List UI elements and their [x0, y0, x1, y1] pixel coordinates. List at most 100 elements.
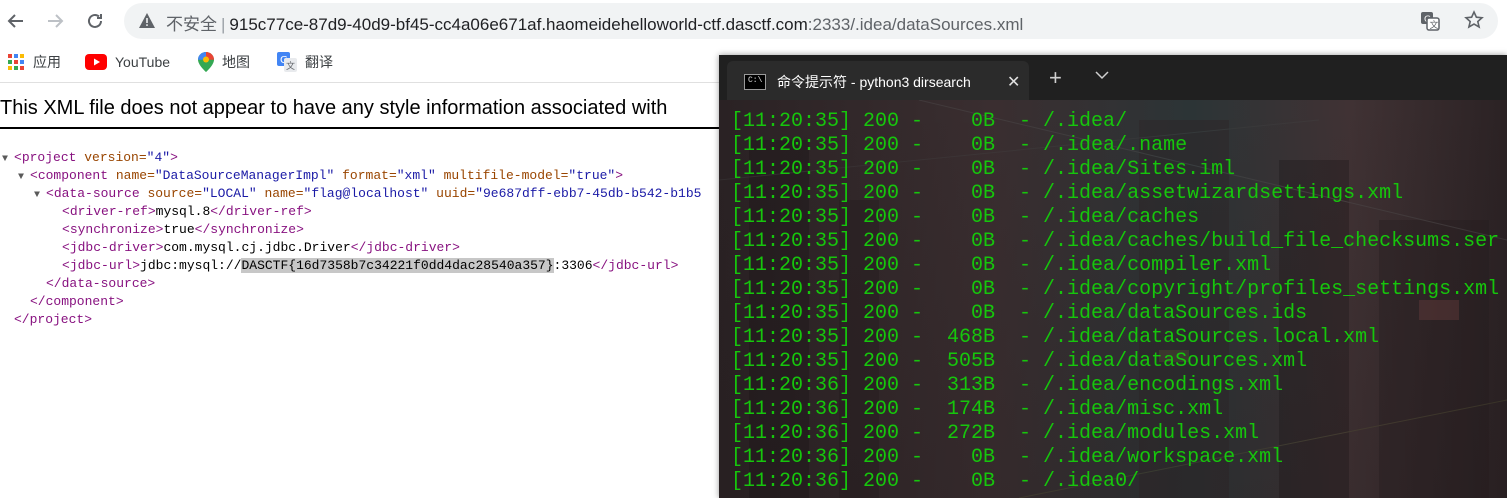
collapse-triangle-icon[interactable]: ▼	[18, 169, 30, 187]
reload-icon	[88, 13, 102, 28]
xml-jdbc-driver: <jdbc-driver>com.mysql.cj.jdbc.Driver</j…	[62, 240, 460, 255]
tag-name: jdbc-url	[69, 258, 133, 273]
terminal-line: [11:20:36] 200 - 272B - /.idea/modules.x…	[731, 422, 1260, 445]
xml-jdbc-url: <jdbc-url>jdbc:mysql://DASCTF{16d7358b7c…	[62, 258, 679, 273]
collapse-triangle-icon[interactable]: ▼	[34, 187, 46, 205]
terminal-tab[interactable]: C:\ 命令提示符 - python3 dirsearch ✕	[727, 61, 1029, 100]
terminal-line: [11:20:35] 200 - 0B - /.idea/Sites.iml	[731, 158, 1236, 181]
terminal-line: [11:20:35] 200 - 468B - /.idea/dataSourc…	[731, 326, 1380, 349]
element-text: true	[163, 222, 195, 237]
terminal-titlebar[interactable]: C:\ 命令提示符 - python3 dirsearch ✕ +	[719, 55, 1507, 100]
element-text: :3306	[553, 258, 593, 273]
translate-page-icon[interactable]: G文	[1420, 11, 1440, 36]
tag-name: driver-ref	[225, 204, 304, 219]
terminal-line: [11:20:35] 200 - 0B - /.idea/compiler.xm…	[731, 254, 1272, 277]
youtube-icon	[85, 54, 107, 70]
address-host: 915c77ce-87d9-40d9-bf45-cc4a06e671af.hao…	[229, 15, 808, 34]
bookmark-label: 应用	[33, 54, 61, 70]
terminal-line: [11:20:35] 200 - 0B - /.idea/caches/buil…	[731, 230, 1500, 253]
forward-arrow-icon	[48, 14, 64, 28]
address-separator: |	[221, 15, 226, 34]
tag-name: synchronize	[69, 222, 156, 237]
bookmark-label: 翻译	[305, 54, 333, 70]
attr-name: name	[115, 168, 148, 183]
attr-value: "true"	[568, 168, 616, 183]
terminal-line: [11:20:36] 200 - 313B - /.idea/encodings…	[731, 374, 1284, 397]
xml-driver-ref: <driver-ref>mysql.8</driver-ref>	[62, 204, 312, 219]
terminal-tab-title: 命令提示符 - python3 dirsearch	[777, 74, 971, 90]
terminal-line: [11:20:35] 200 - 0B - /.idea/copyright/p…	[731, 278, 1500, 301]
bookmark-label: YouTube	[115, 54, 171, 70]
tag-name: jdbc-driver	[366, 240, 453, 255]
terminal-line: [11:20:35] 200 - 0B - /.idea/assetwizard…	[731, 182, 1404, 205]
reload-button[interactable]	[81, 7, 109, 35]
attr-name: version	[84, 150, 139, 165]
flag-highlighted-text[interactable]: DASCTF{16d7358b7c34221f0dd4dac28540a357}	[241, 258, 554, 273]
xml-datasource-close: </data-source>	[46, 276, 156, 291]
tab-dropdown-chevron-icon[interactable]	[1094, 68, 1110, 86]
attr-name: format	[342, 168, 389, 183]
bookmark-label: 地图	[222, 54, 250, 70]
terminal-line: [11:20:36] 200 - 0B - /.idea0/	[731, 470, 1140, 493]
new-tab-button[interactable]: +	[1049, 65, 1062, 91]
forward-button[interactable]	[41, 7, 69, 35]
address-bar[interactable]: 不安全 | 915c77ce-87d9-40d9-bf45-cc4a06e671af…	[124, 3, 1498, 39]
collapse-triangle-icon[interactable]: ▼	[2, 151, 14, 169]
xml-datasource-open: ▼ <data-source source="LOCAL" name="flag@…	[34, 185, 701, 203]
xml-component-open: ▼ <component name="DataSourceManagerImpl"…	[18, 167, 623, 185]
terminal-line: [11:20:35] 200 - 0B - /.idea/dataSources…	[731, 302, 1308, 325]
bookmark-star-icon[interactable]	[1464, 10, 1484, 35]
tag-name: project	[21, 150, 77, 165]
element-text: mysql.8	[155, 204, 211, 219]
terminal-window: C:\ 命令提示符 - python3 dirsearch ✕ + [11:20…	[719, 55, 1507, 498]
xml-component-close: </component>	[30, 294, 124, 309]
terminal-line: [11:20:36] 200 - 174B - /.idea/misc.xml	[731, 398, 1224, 421]
bookmark-apps[interactable]: 应用	[7, 51, 61, 73]
xml-project-close: </project>	[14, 312, 93, 327]
attr-value: "LOCAL"	[202, 186, 257, 201]
translate-icon: G文	[277, 52, 297, 72]
xml-project-open: ▼ <project version="4">	[2, 149, 178, 167]
terminal-output-area[interactable]: [11:20:35] 200 - 0B - /.idea/[11:20:35] …	[719, 100, 1507, 498]
tag-name: data-source	[53, 186, 140, 201]
browser-toolbar: 不安全 | 915c77ce-87d9-40d9-bf45-cc4a06e671af…	[0, 0, 1507, 42]
svg-text:文: 文	[1430, 19, 1439, 31]
back-button[interactable]	[2, 7, 30, 35]
svg-text:文: 文	[286, 60, 295, 72]
attr-value: "4"	[146, 150, 171, 165]
tag-name: jdbc-driver	[69, 240, 156, 255]
xml-style-notice: This XML file does not appear to have an…	[0, 97, 668, 119]
attr-name: name	[264, 186, 296, 201]
terminal-line: [11:20:36] 200 - 0B - /.idea/workspace.x…	[731, 446, 1284, 469]
element-text: com.mysql.cj.jdbc.Driver	[163, 240, 351, 255]
tag-name: driver-ref	[69, 204, 148, 219]
header-divider	[0, 127, 720, 129]
tag-name: jdbc-url	[608, 258, 671, 273]
attr-name: multifile-model	[443, 168, 561, 183]
tag-name: component	[37, 168, 109, 183]
attr-value: "DataSourceManagerImpl"	[154, 168, 335, 183]
tag-name: synchronize	[210, 222, 297, 237]
attr-name: source	[147, 186, 195, 201]
attr-value: "flag@localhost"	[303, 186, 429, 201]
apps-grid-icon	[7, 53, 25, 71]
address-path: :2333/.idea/dataSources.xml	[807, 15, 1024, 34]
element-text: jdbc:mysql://	[140, 258, 242, 273]
terminal-line: [11:20:35] 200 - 505B - /.idea/dataSourc…	[731, 350, 1308, 373]
close-tab-icon[interactable]: ✕	[1007, 72, 1020, 92]
cmd-icon-text: C:\	[748, 76, 763, 85]
bookmark-maps[interactable]: 地图	[198, 51, 250, 73]
maps-pin-icon	[198, 52, 214, 72]
address-text: 不安全 | 915c77ce-87d9-40d9-bf45-cc4a06e671af…	[166, 10, 1023, 35]
bookmark-translate[interactable]: G文 翻译	[277, 51, 333, 73]
terminal-line: [11:20:35] 200 - 0B - /.idea/.name	[731, 134, 1188, 157]
attr-name: uuid	[436, 186, 468, 201]
back-arrow-icon	[7, 14, 23, 28]
xml-synchronize: <synchronize>true</synchronize>	[62, 222, 304, 237]
insecure-label: 不安全	[166, 15, 217, 34]
terminal-line: [11:20:35] 200 - 0B - /.idea/	[731, 110, 1128, 133]
warning-triangle-icon	[138, 12, 156, 34]
bookmark-youtube[interactable]: YouTube	[85, 51, 170, 73]
attr-value: "xml"	[396, 168, 436, 183]
attr-value: "9e687dff-ebb7-45db-b542-b1b5	[475, 186, 702, 201]
